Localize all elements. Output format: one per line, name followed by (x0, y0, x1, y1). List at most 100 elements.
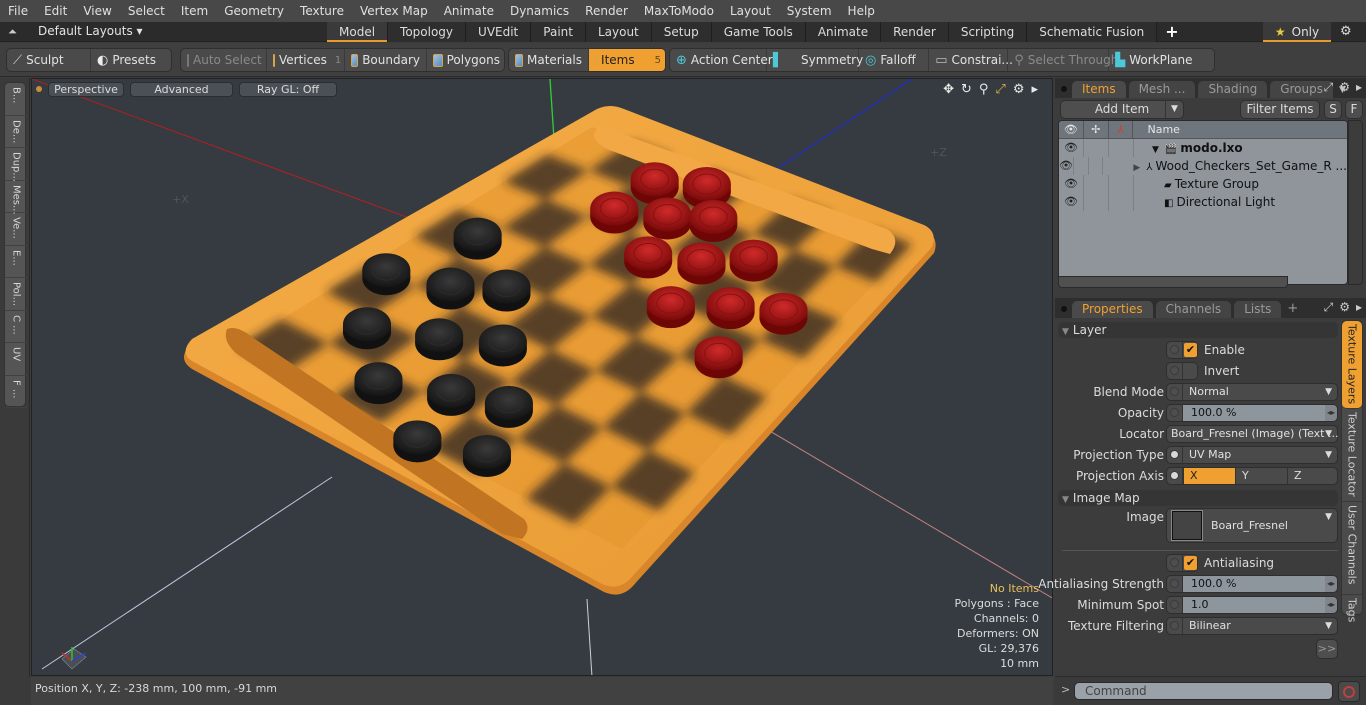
menu-texture[interactable]: Texture (292, 0, 352, 22)
layer-section-header[interactable]: ▼ Layer (1058, 322, 1338, 338)
axis-x-button[interactable]: X (1183, 468, 1235, 484)
aa-strength-field[interactable]: 100.0 % ◂▸ (1166, 575, 1338, 593)
projection-type-dropdown[interactable]: UV Map ▼ (1166, 446, 1338, 464)
locator-dropdown[interactable]: Board_Fresnel (Image) (Text ... ▼ (1166, 425, 1338, 443)
texture-filtering-dropdown[interactable]: Bilinear ▼ (1166, 617, 1338, 635)
enable-checkbox[interactable]: ✔ (1166, 341, 1198, 359)
menu-dynamics[interactable]: Dynamics (502, 0, 577, 22)
side-tab-texture-layers[interactable]: Texture Layers (1342, 321, 1362, 409)
tab-lists[interactable]: Lists (1234, 301, 1282, 318)
expand-icon[interactable]: ▼ (1152, 145, 1159, 155)
menu-vertex-map[interactable]: Vertex Map (352, 0, 436, 22)
maximize-panel-icon[interactable]: ⤢ (1324, 80, 1334, 95)
lock-column-icon[interactable]: ✢ (1084, 121, 1109, 139)
spinner-icon[interactable]: ◂▸ (1325, 405, 1337, 421)
tab-channels[interactable]: Channels (1155, 301, 1232, 318)
eye-icon[interactable]: 👁 (1059, 139, 1084, 157)
tab-model[interactable]: Model (327, 22, 389, 42)
tab-scripting[interactable]: Scripting (948, 22, 1028, 42)
more-button[interactable]: >> (1316, 639, 1338, 659)
menu-layout[interactable]: Layout (722, 0, 779, 22)
menu-select[interactable]: Select (120, 0, 173, 22)
select-through-button[interactable]: ⚲ Select Through (1008, 49, 1118, 71)
menu-edit[interactable]: Edit (36, 0, 75, 22)
materials-button[interactable]: Materials (509, 49, 589, 71)
f-button[interactable]: F (1345, 100, 1363, 119)
tab-layout[interactable]: Layout (585, 22, 652, 42)
presets-button[interactable]: ◐ Presets (91, 49, 171, 71)
tab-properties[interactable]: Properties (1072, 301, 1153, 318)
antialiasing-checkbox[interactable]: ✔ (1166, 554, 1198, 572)
tab-uvedit[interactable]: UVEdit (466, 22, 532, 42)
tab-topology[interactable]: Topology (388, 22, 467, 42)
viewport-menu-dot[interactable] (36, 86, 42, 92)
default-layouts-dropdown[interactable]: Default Layouts ▾ (38, 24, 143, 38)
menu-maxtomodo[interactable]: MaxToModo (636, 0, 722, 22)
constraints-button[interactable]: ▭ Constrai... (929, 49, 1013, 71)
side-tab-tags[interactable]: Tags (1342, 595, 1362, 622)
maximize-icon[interactable]: ⤢ (995, 82, 1005, 97)
panel-gear-icon[interactable]: ⚙ (1339, 80, 1350, 95)
lock-cell[interactable] (1074, 157, 1089, 175)
boundary-button[interactable]: Boundary (345, 49, 427, 71)
items-button[interactable]: Items 5 (589, 49, 665, 71)
menu-item[interactable]: Item (173, 0, 216, 22)
visibility-column-icon[interactable]: 👁 (1059, 121, 1084, 139)
menu-system[interactable]: System (779, 0, 840, 22)
eye-icon[interactable]: 👁 (1059, 157, 1074, 175)
invert-checkbox[interactable] (1166, 362, 1198, 380)
zoom-view-icon[interactable]: ⚲ (979, 82, 989, 97)
sculpt-button[interactable]: ⟋ Sculpt (7, 49, 91, 71)
panel-gear-icon[interactable]: ⚙ (1339, 300, 1350, 315)
add-item-button[interactable]: Add Item ▼ (1060, 100, 1184, 119)
viewport-gear-icon[interactable]: ⚙ (1013, 82, 1025, 97)
opacity-field[interactable]: 100.0 % ◂▸ (1166, 404, 1338, 422)
menu-render[interactable]: Render (577, 0, 636, 22)
lock-cell[interactable] (1084, 175, 1109, 193)
collapse-icon[interactable]: ▶ (1133, 163, 1140, 173)
add-tab-button[interactable]: + (1287, 301, 1298, 316)
left-tab[interactable]: De... (5, 116, 27, 148)
tab-animate[interactable]: Animate (805, 22, 882, 42)
record-macro-button[interactable] (1338, 681, 1360, 702)
type-column-icon[interactable]: ⅄ (1109, 121, 1134, 139)
name-column-header[interactable]: Name (1133, 121, 1347, 139)
polygons-button[interactable]: Polygons (427, 49, 504, 71)
perspective-dropdown[interactable]: Perspective (48, 81, 124, 97)
tree-row[interactable]: 👁 ▶ ⅄ Wood_Checkers_Set_Game_R ... (1059, 157, 1347, 175)
spinner-icon[interactable]: ◂▸ (1325, 576, 1337, 592)
left-tab[interactable]: F ... (5, 376, 27, 408)
panel-arrow-icon[interactable]: ▸ (1356, 300, 1362, 315)
shading-dropdown[interactable]: Advanced (130, 81, 233, 97)
falloff-button[interactable]: ◎ Falloff (859, 49, 930, 71)
axis-y-button[interactable]: Y (1235, 468, 1287, 484)
menu-view[interactable]: View (75, 0, 119, 22)
tab-schematic-fusion[interactable]: Schematic Fusion (1027, 22, 1158, 42)
left-tab[interactable]: UV (5, 343, 27, 376)
side-tab-user-channels[interactable]: User Channels (1342, 502, 1362, 595)
spinner-icon[interactable]: ◂▸ (1325, 597, 1337, 613)
maximize-panel-icon[interactable]: ⤢ (1324, 300, 1334, 315)
left-tab[interactable]: E... (5, 246, 27, 278)
panel-menu-dot[interactable] (1061, 306, 1067, 312)
3d-viewport[interactable]: +X +Z Perspective Advanced Ray GL: Off ✥… (31, 78, 1053, 676)
raygl-toggle[interactable]: Ray GL: Off (239, 81, 337, 97)
side-tab-texture-locator[interactable]: Texture Locator (1342, 409, 1362, 502)
workplane-button[interactable]: ▙ WorkPlane (1109, 49, 1214, 71)
vertices-button[interactable]: Vertices 1 (267, 49, 345, 71)
left-tab[interactable]: C ... (5, 311, 27, 343)
panel-arrow-icon[interactable]: ▸ (1356, 80, 1362, 95)
lock-cell[interactable] (1084, 193, 1109, 211)
lock-cell[interactable] (1084, 139, 1109, 157)
blend-mode-dropdown[interactable]: Normal ▼ (1166, 383, 1338, 401)
left-tab[interactable]: Ve... (5, 213, 27, 246)
eye-icon[interactable]: 👁 (1059, 193, 1084, 211)
panel-menu-dot[interactable] (1061, 86, 1067, 92)
expand-arrow-icon[interactable]: ▸ (1031, 82, 1038, 97)
add-item-dropdown-icon[interactable]: ▼ (1165, 101, 1183, 118)
tree-horizontal-scrollbar[interactable] (1058, 276, 1288, 288)
menu-animate[interactable]: Animate (436, 0, 502, 22)
eye-icon[interactable]: 👁 (1059, 175, 1084, 193)
image-map-section-header[interactable]: ▼ Image Map (1058, 490, 1338, 506)
tab-setup[interactable]: Setup (651, 22, 712, 42)
